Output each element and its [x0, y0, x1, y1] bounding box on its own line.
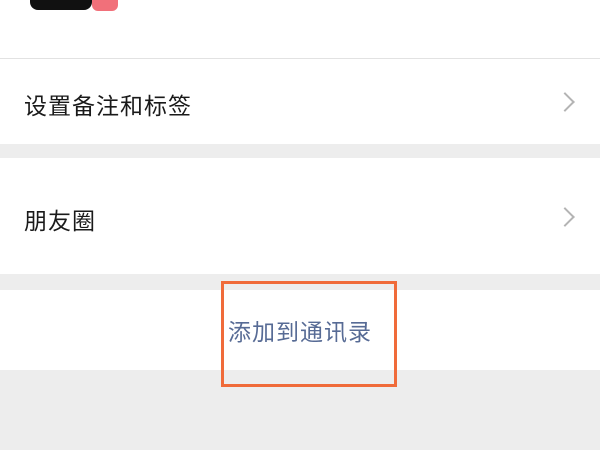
- remark-and-tags-row[interactable]: 设置备注和标签: [0, 59, 600, 144]
- profile-card: [0, 0, 600, 58]
- remark-and-tags-label: 设置备注和标签: [24, 94, 192, 120]
- avatar-badge: [92, 0, 118, 11]
- chevron-right-icon: [555, 92, 575, 112]
- avatar: [30, 0, 92, 10]
- moments-row[interactable]: 朋友圈: [0, 158, 600, 274]
- chevron-right-icon: [555, 207, 575, 227]
- highlight-annotation-box: [221, 281, 397, 387]
- moments-label: 朋友圈: [24, 209, 96, 235]
